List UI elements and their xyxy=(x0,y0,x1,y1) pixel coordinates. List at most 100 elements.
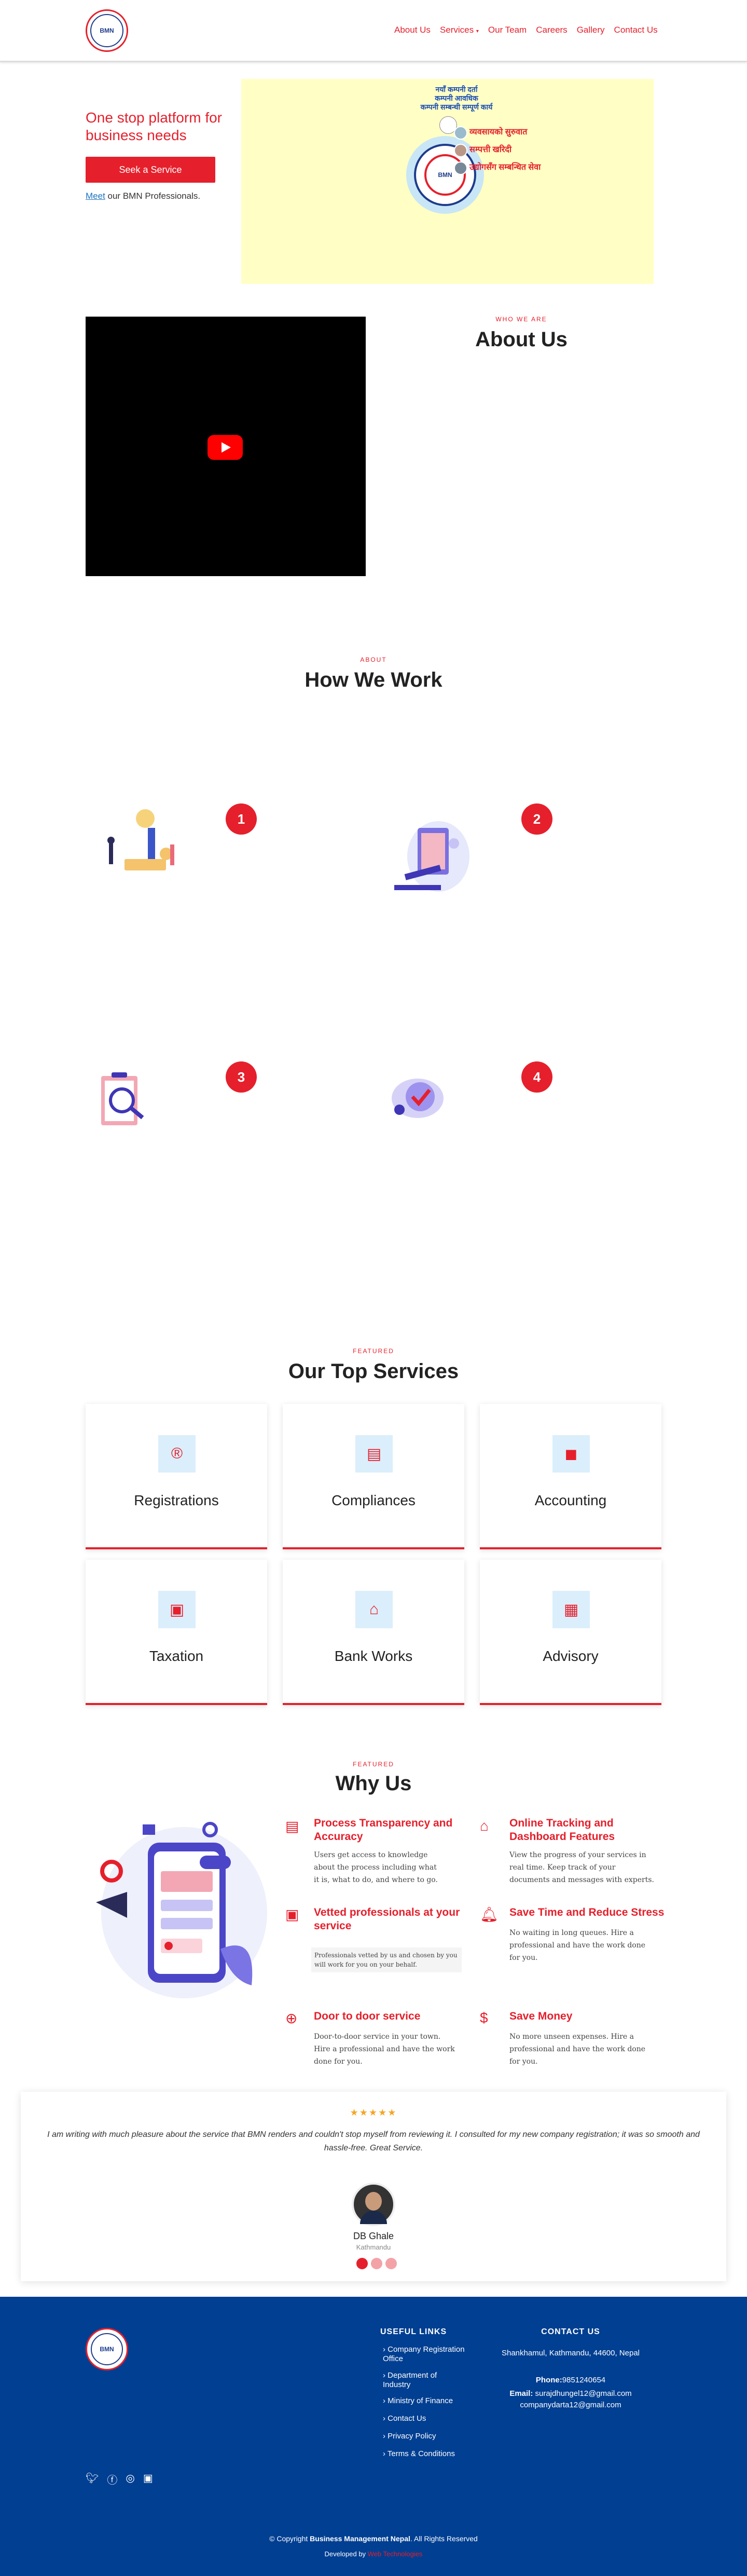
site-footer: BMN USEFUL LINKS › Company Registration … xyxy=(0,2297,747,2576)
contact-email-2[interactable]: companydarta12@gmail.com xyxy=(498,2401,643,2409)
service-card-bank-works[interactable]: ⌂ Bank Works xyxy=(283,1560,464,1705)
receipt-icon: ▣ xyxy=(158,1591,196,1628)
step-number-4: 4 xyxy=(521,1061,552,1093)
main-nav: About Us Services ▾ Our Team Careers Gal… xyxy=(394,25,658,35)
service-card-advisory[interactable]: ▦ Advisory xyxy=(480,1560,661,1705)
about-kicker: WHO WE ARE xyxy=(495,316,547,323)
star-rating: ★★★★★ xyxy=(350,2107,397,2118)
testimonial-place: Kathmandu xyxy=(356,2243,391,2251)
step-number-1: 1 xyxy=(226,803,257,835)
why-item-desc: Door-to-door service in your town. Hire … xyxy=(314,2033,455,2066)
play-icon[interactable] xyxy=(208,435,243,460)
useful-links-title: USEFUL LINKS xyxy=(380,2327,447,2336)
banner-line: नयाँ कम्पनी दर्ता xyxy=(435,85,478,93)
nav-gallery[interactable]: Gallery xyxy=(577,25,605,35)
twitter-icon[interactable]: 🐦︎ xyxy=(86,2472,99,2487)
footer-link[interactable]: › Contact Us xyxy=(383,2414,426,2423)
person-card-icon: ▣ xyxy=(285,1906,299,1923)
avatar xyxy=(352,2183,395,2226)
banner-bullet: सम्पत्ती खरिदी xyxy=(454,141,541,159)
contact-email[interactable]: Email: surajdhungel12@gmail.com xyxy=(498,2389,643,2398)
footer-logo[interactable]: BMN xyxy=(86,2328,128,2370)
money-icon: $ xyxy=(480,2010,488,2026)
why-item-title: Door to door service xyxy=(314,2010,421,2022)
footer-link[interactable]: › Ministry of Finance xyxy=(383,2396,453,2406)
why-item-title: Vetted professionals at your service xyxy=(314,1906,460,1932)
service-card-title: Registrations xyxy=(134,1492,219,1508)
account-icon: ◼ xyxy=(552,1435,590,1473)
why-item-title: Save Money xyxy=(509,2010,573,2022)
nav-careers[interactable]: Careers xyxy=(536,25,567,35)
instagram-icon[interactable]: ◎ xyxy=(126,2472,134,2487)
service-card-registrations[interactable]: ® Registrations xyxy=(86,1404,267,1549)
why-item-title: Online Tracking and Dashboard Features xyxy=(509,1817,615,1843)
linkedin-icon[interactable]: ▣ xyxy=(143,2472,153,2487)
registered-icon: ® xyxy=(158,1435,196,1473)
carousel-dot[interactable] xyxy=(385,2258,397,2269)
location-icon: ⊕ xyxy=(285,2010,298,2026)
why-illustration xyxy=(86,1814,272,2011)
banner-heading: नयाँ कम्पनी दर्ता कम्पनी आवधिक कम्पनी सम… xyxy=(412,85,501,112)
testimonial-quote: I am writing with much pleasure about th… xyxy=(47,2130,700,2152)
meet-link[interactable]: Meet xyxy=(86,191,105,201)
service-card-title: Accounting xyxy=(534,1492,607,1508)
step-number-2: 2 xyxy=(521,803,552,835)
site-header: BMN About Us Services ▾ Our Team Careers… xyxy=(0,0,747,62)
step-number-3: 3 xyxy=(226,1061,257,1093)
facebook-icon[interactable]: ⓕ xyxy=(107,2472,117,2487)
step-illustration-3 xyxy=(93,1068,156,1130)
contact-title: CONTACT US xyxy=(541,2327,600,2336)
brand-logo[interactable]: BMN xyxy=(86,9,128,52)
service-card-accounting[interactable]: ◼ Accounting xyxy=(480,1404,661,1549)
why-item-title: Process Transparency and Accuracy xyxy=(314,1817,453,1843)
step-illustration-2 xyxy=(389,817,472,901)
nav-our-team[interactable]: Our Team xyxy=(488,25,527,35)
about-title: About Us xyxy=(475,328,568,351)
services-kicker: FEATURED xyxy=(353,1347,394,1355)
home-icon: ⌂ xyxy=(480,1818,489,1834)
footer-link[interactable]: › Privacy Policy xyxy=(383,2432,436,2441)
developer-link[interactable]: Web Technologies xyxy=(368,2550,423,2558)
why-item-desc: Users get access to knowledge about the … xyxy=(314,1851,438,1884)
contact-address: Shankhamul, Kathmandu, 44600, Nepal xyxy=(501,2349,640,2357)
services-title: Our Top Services xyxy=(288,1360,459,1383)
why-item-desc: View the progress of your services in re… xyxy=(509,1851,654,1884)
bank-icon: ⌂ xyxy=(355,1591,393,1628)
service-card-taxation[interactable]: ▣ Taxation xyxy=(86,1560,267,1705)
service-card-title: Compliances xyxy=(331,1492,416,1508)
service-card-title: Taxation xyxy=(149,1648,204,1664)
banner-bullet: उद्योगसँग सम्बन्धित सेवा xyxy=(454,159,541,176)
banner-line: कम्पनी सम्बन्धी सम्पूर्ण कार्य xyxy=(420,103,493,111)
nav-services-label: Services xyxy=(439,25,474,35)
social-links: 🐦︎ ⓕ ◎ ▣ xyxy=(86,2472,153,2487)
document-icon: ▤ xyxy=(285,1818,299,1834)
footer-link[interactable]: › Terms & Conditions xyxy=(383,2449,455,2459)
newspaper-icon: ▦ xyxy=(552,1591,590,1628)
banner-line: कम्पनी आवधिक xyxy=(435,94,478,102)
seek-service-button[interactable]: Seek a Service xyxy=(86,157,215,183)
bell-icon: 🔔︎ xyxy=(480,1906,499,1923)
why-item-desc: No waiting in long queues. Hire a profes… xyxy=(509,1929,646,1962)
why-item-desc: No more unseen expenses. Hire a professi… xyxy=(509,2033,646,2066)
why-item-desc: Professionals vetted by us and chosen by… xyxy=(311,1947,462,1972)
footer-link[interactable]: › Department of Industry xyxy=(383,2371,466,2390)
service-card-title: Bank Works xyxy=(334,1648,413,1664)
meet-text: Meet our BMN Professionals. xyxy=(86,191,200,201)
hero-banner: नयाँ कम्पनी दर्ता कम्पनी आवधिक कम्पनी सम… xyxy=(241,79,654,284)
chevron-down-icon: ▾ xyxy=(476,29,479,34)
carousel-dot[interactable] xyxy=(371,2258,382,2269)
service-card-compliances[interactable]: ▤ Compliances xyxy=(283,1404,464,1549)
logo-emblem: BMN xyxy=(90,14,123,47)
testimonial-card: ★★★★★ I am writing with much pleasure ab… xyxy=(21,2092,726,2281)
hero-title: One stop platform for business needs xyxy=(86,110,223,143)
testimonial-name: DB Ghale xyxy=(353,2231,394,2241)
step-illustration-4 xyxy=(389,1073,446,1120)
banner-bullets: व्यवसायको सुरुवात सम्पत्ती खरिदी उद्योगस… xyxy=(454,124,541,176)
nav-about-us[interactable]: About Us xyxy=(394,25,431,35)
why-kicker: FEATURED xyxy=(353,1761,394,1768)
nav-services[interactable]: Services ▾ xyxy=(440,25,479,35)
step-illustration-1 xyxy=(104,807,182,880)
carousel-dot-active[interactable] xyxy=(356,2258,368,2269)
footer-link[interactable]: › Company Registration Office xyxy=(383,2345,466,2364)
nav-contact-us[interactable]: Contact Us xyxy=(614,25,658,35)
